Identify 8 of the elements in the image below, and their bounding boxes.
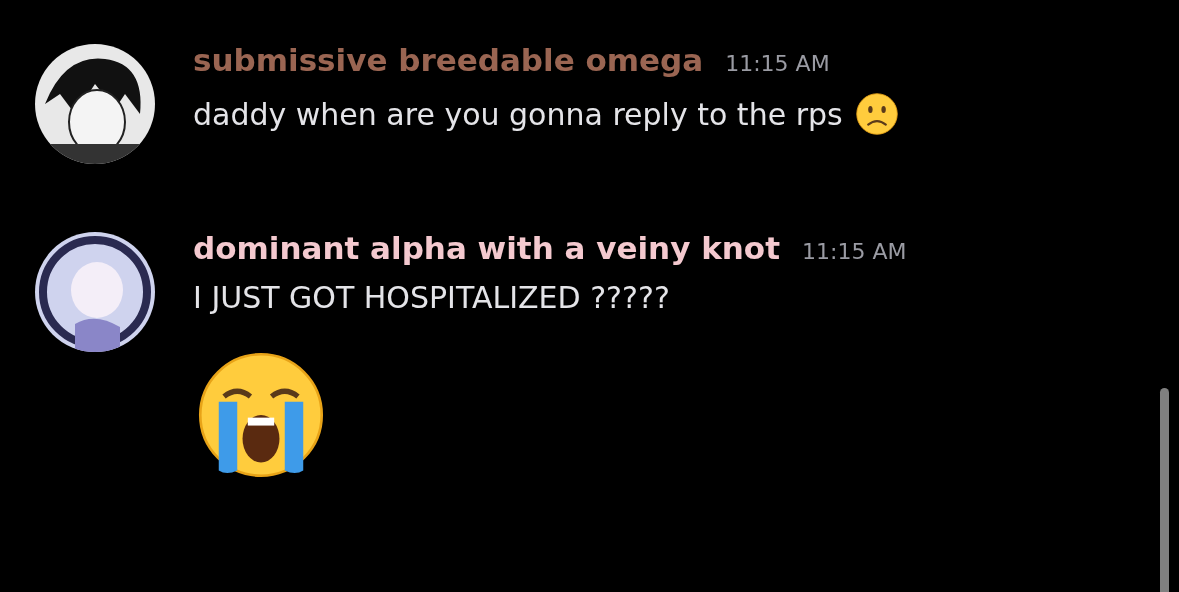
username[interactable]: dominant alpha with a veiny knot xyxy=(193,230,780,266)
scrollbar[interactable] xyxy=(1160,388,1169,592)
username[interactable]: submissive breedable omega xyxy=(193,42,704,78)
message-text: I JUST GOT HOSPITALIZED ????? xyxy=(193,280,670,315)
timestamp: 11:15 AM xyxy=(725,51,830,76)
timestamp: 11:15 AM xyxy=(802,239,907,264)
message-text: daddy when are you gonna reply to the rps xyxy=(193,96,843,132)
sad-face-icon xyxy=(854,92,899,136)
